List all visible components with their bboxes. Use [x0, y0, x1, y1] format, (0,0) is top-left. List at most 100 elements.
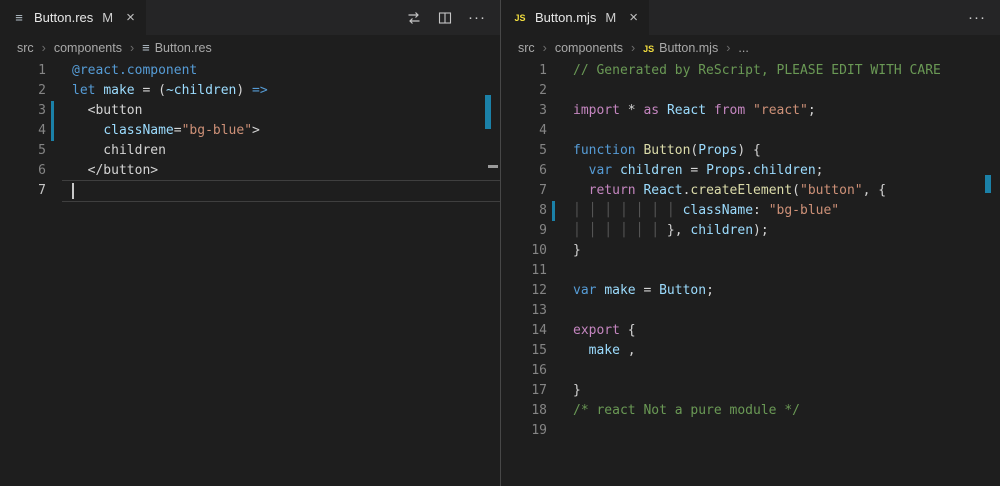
vscode-window: ≡ Button.res M × ··· src › components › ≡But…: [0, 0, 1000, 486]
breadcrumb-separator: ›: [631, 41, 635, 55]
git-change-indicator: [552, 201, 555, 221]
breadcrumb-item[interactable]: components: [555, 41, 623, 55]
code-line[interactable]: 4: [501, 121, 1000, 141]
editor-pane-right: JS Button.mjs M × ··· src › components › JS B…: [500, 0, 1000, 486]
js-icon: JS: [643, 41, 654, 55]
line-number: 9: [501, 221, 547, 241]
code-text: @react.component: [46, 61, 500, 81]
line-number: 8: [501, 201, 547, 221]
code-line[interactable]: 19: [501, 421, 1000, 441]
line-number: 1: [501, 61, 547, 81]
code-line[interactable]: 6 </button>: [0, 161, 500, 181]
breadcrumb-item[interactable]: ...: [738, 41, 748, 55]
breadcrumb-label: components: [555, 41, 623, 55]
code-text: [46, 181, 500, 201]
code-text: export {: [547, 321, 1000, 341]
tab-button-mjs[interactable]: JS Button.mjs M ×: [501, 0, 649, 35]
code-line[interactable]: 13: [501, 301, 1000, 321]
line-number: 17: [501, 381, 547, 401]
split-editor-icon[interactable]: [437, 10, 453, 26]
line-number: 5: [501, 141, 547, 161]
code-text: // Generated by ReScript, PLEASE EDIT WI…: [547, 61, 1000, 81]
code-line[interactable]: 2let make = (~children) =>: [0, 81, 500, 101]
code-line[interactable]: 3 <button: [0, 101, 500, 121]
code-line[interactable]: 5 children: [0, 141, 500, 161]
line-number: 10: [501, 241, 547, 261]
line-number: 15: [501, 341, 547, 361]
line-number: 5: [0, 141, 46, 161]
code-line[interactable]: 12var make = Button;: [501, 281, 1000, 301]
code-text: </button>: [46, 161, 500, 181]
code-editor-rescript[interactable]: 1@react.component2let make = (~children)…: [0, 61, 500, 486]
code-text: import * as React from "react";: [547, 101, 1000, 121]
code-line[interactable]: 18/* react Not a pure module */: [501, 401, 1000, 421]
line-number: 12: [501, 281, 547, 301]
line-number: 6: [501, 161, 547, 181]
code-editor-js[interactable]: 1// Generated by ReScript, PLEASE EDIT W…: [501, 61, 1000, 486]
js-icon: JS: [512, 13, 528, 23]
editor-title-actions: ···: [968, 0, 1000, 35]
more-actions-icon[interactable]: ···: [468, 9, 486, 26]
line-number: 4: [0, 121, 46, 141]
code-line[interactable]: 15 make ,: [501, 341, 1000, 361]
tab-button-res[interactable]: ≡ Button.res M ×: [0, 0, 146, 35]
text-cursor: [72, 183, 74, 199]
breadcrumb-label: src: [518, 41, 535, 55]
code-line[interactable]: 16: [501, 361, 1000, 381]
line-number: 1: [0, 61, 46, 81]
breadcrumb-item[interactable]: components: [54, 41, 122, 55]
breadcrumb-item[interactable]: JS Button.mjs: [643, 41, 718, 55]
code-text: children: [46, 141, 500, 161]
breadcrumb-item[interactable]: ≡Button.res: [142, 41, 212, 55]
code-text: │ │ │ │ │ │ │ className: "bg-blue": [547, 201, 1000, 221]
breadcrumb-separator: ›: [726, 41, 730, 55]
breadcrumb-separator: ›: [130, 41, 134, 55]
code-line[interactable]: 6 var children = Props.children;: [501, 161, 1000, 181]
code-line[interactable]: 14export {: [501, 321, 1000, 341]
editor-title-actions: ···: [406, 0, 500, 35]
line-number: 6: [0, 161, 46, 181]
code-line[interactable]: 1@react.component: [0, 61, 500, 81]
breadcrumb-separator: ›: [42, 41, 46, 55]
close-icon[interactable]: ×: [629, 9, 638, 26]
code-line[interactable]: 9│ │ │ │ │ │ }, children);: [501, 221, 1000, 241]
code-text: [547, 421, 1000, 441]
code-line[interactable]: 7 return React.createElement("button", {: [501, 181, 1000, 201]
code-line[interactable]: 8│ │ │ │ │ │ │ className: "bg-blue": [501, 201, 1000, 221]
breadcrumb-label: Button.res: [155, 41, 212, 55]
breadcrumb-label: Button.mjs: [659, 41, 718, 55]
code-line[interactable]: 2: [501, 81, 1000, 101]
more-actions-icon[interactable]: ···: [968, 9, 986, 26]
git-modified-badge: M: [605, 10, 616, 25]
breadcrumb: src › components › ≡Button.res: [0, 35, 500, 61]
breadcrumb-label: src: [17, 41, 34, 55]
code-text: return React.createElement("button", {: [547, 181, 1000, 201]
line-number: 11: [501, 261, 547, 281]
code-line[interactable]: 11: [501, 261, 1000, 281]
code-line[interactable]: 17}: [501, 381, 1000, 401]
code-text: let make = (~children) =>: [46, 81, 500, 101]
code-line[interactable]: 4 className="bg-blue">: [0, 121, 500, 141]
git-modified-badge: M: [102, 10, 113, 25]
code-text: [547, 301, 1000, 321]
open-changes-icon[interactable]: [406, 10, 422, 26]
tab-bar-left: ≡ Button.res M × ···: [0, 0, 500, 35]
breadcrumb-label: components: [54, 41, 122, 55]
git-change-indicator: [51, 121, 54, 141]
code-text: className="bg-blue">: [46, 121, 500, 141]
code-line[interactable]: 10}: [501, 241, 1000, 261]
code-line[interactable]: 5function Button(Props) {: [501, 141, 1000, 161]
code-line[interactable]: 3import * as React from "react";: [501, 101, 1000, 121]
tab-label: Button.mjs: [535, 10, 596, 25]
breadcrumb-item[interactable]: src: [17, 41, 34, 55]
breadcrumb: src › components › JS Button.mjs ›...: [501, 35, 1000, 61]
code-text: var children = Props.children;: [547, 161, 1000, 181]
code-line[interactable]: 1// Generated by ReScript, PLEASE EDIT W…: [501, 61, 1000, 81]
line-number: 4: [501, 121, 547, 141]
code-text: [547, 361, 1000, 381]
code-line[interactable]: 7: [0, 181, 500, 201]
breadcrumb-item[interactable]: src: [518, 41, 535, 55]
editor-pane-left: ≡ Button.res M × ··· src › components › ≡But…: [0, 0, 500, 486]
close-icon[interactable]: ×: [126, 9, 135, 26]
breadcrumb-separator: ›: [543, 41, 547, 55]
